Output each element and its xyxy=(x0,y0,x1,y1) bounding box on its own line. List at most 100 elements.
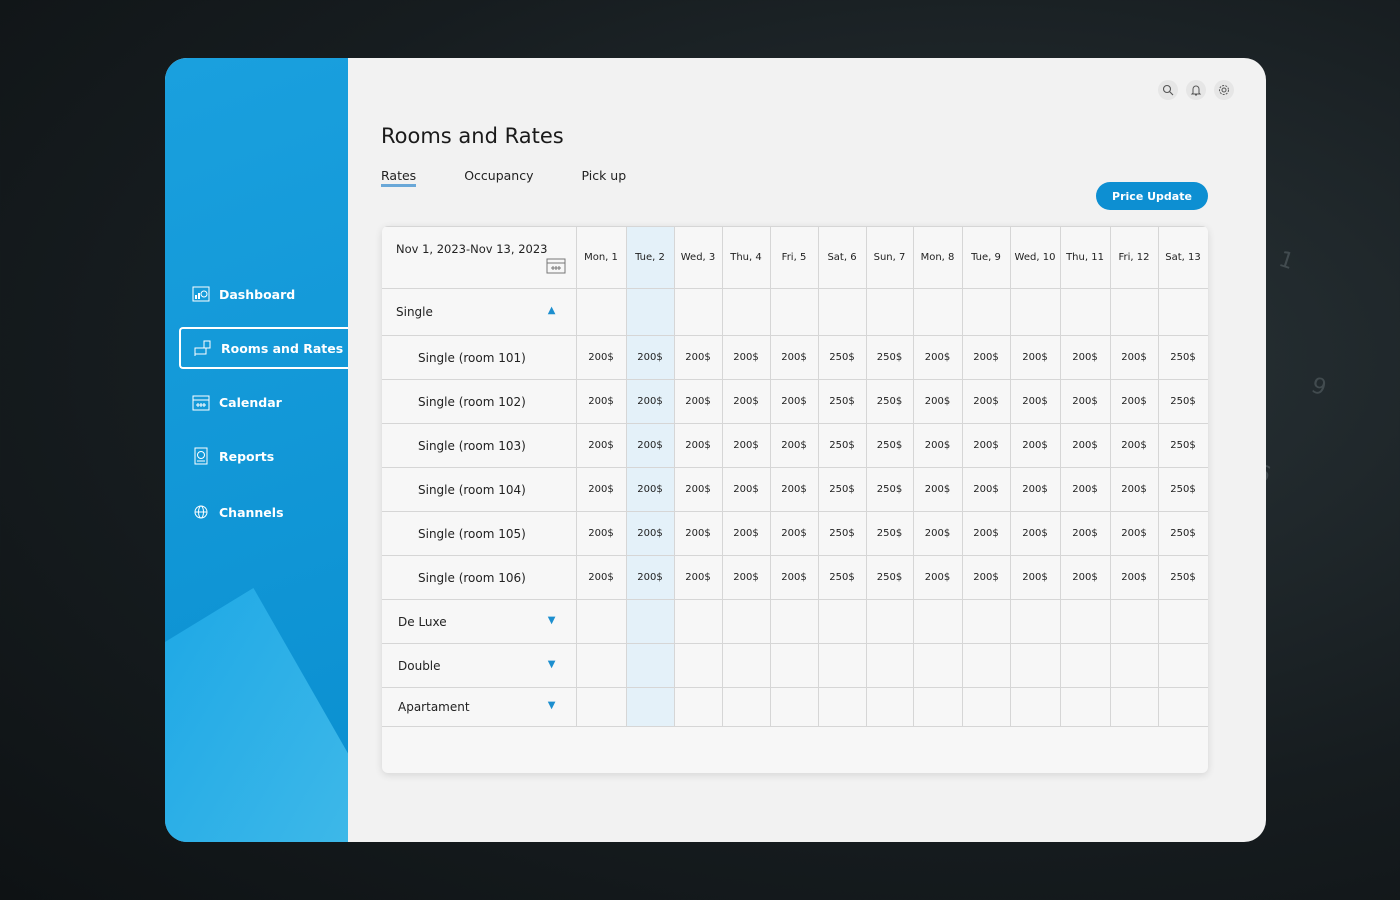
rate-cell[interactable]: 200$ xyxy=(1009,335,1061,380)
rate-cell[interactable]: 200$ xyxy=(1059,423,1111,468)
rate-cell[interactable]: 250$ xyxy=(1157,335,1208,380)
rate-cell[interactable]: 250$ xyxy=(865,511,914,556)
caret-down-icon[interactable]: ▼ xyxy=(548,700,556,711)
day-header[interactable]: Mon, 1 xyxy=(575,226,627,289)
rate-cell[interactable]: 200$ xyxy=(912,511,963,556)
day-header[interactable]: Wed, 3 xyxy=(673,226,723,289)
rate-cell[interactable]: 250$ xyxy=(817,335,867,380)
room-group-toggle[interactable]: De Luxe ▼ xyxy=(382,599,577,644)
rate-cell[interactable]: 200$ xyxy=(912,379,963,424)
rate-cell[interactable]: 250$ xyxy=(1157,379,1208,424)
rate-cell[interactable]: 200$ xyxy=(673,555,723,600)
room-group-toggle[interactable]: Double ▼ xyxy=(382,643,577,688)
rate-cell[interactable]: 200$ xyxy=(673,423,723,468)
sidebar-item-channels[interactable]: Channels xyxy=(179,491,348,533)
rate-cell[interactable]: 200$ xyxy=(625,511,675,556)
rate-cell[interactable]: 200$ xyxy=(575,555,627,600)
date-range-picker[interactable]: Nov 1, 2023-Nov 13, 2023 xyxy=(382,226,577,289)
rate-cell[interactable]: 250$ xyxy=(1157,467,1208,512)
rate-cell[interactable]: 250$ xyxy=(865,335,914,380)
rate-cell[interactable]: 200$ xyxy=(625,467,675,512)
day-header[interactable]: Tue, 2 xyxy=(625,226,675,289)
rate-cell[interactable]: 200$ xyxy=(575,467,627,512)
rate-cell[interactable]: 250$ xyxy=(817,467,867,512)
rate-cell[interactable]: 250$ xyxy=(1157,555,1208,600)
rate-cell[interactable]: 200$ xyxy=(912,423,963,468)
rate-cell[interactable]: 200$ xyxy=(769,467,819,512)
rate-cell[interactable]: 200$ xyxy=(912,555,963,600)
rate-cell[interactable]: 200$ xyxy=(1009,379,1061,424)
sidebar-item-calendar[interactable]: Calendar xyxy=(179,381,348,423)
tab-rates[interactable]: Rates xyxy=(381,168,417,187)
rate-cell[interactable]: 200$ xyxy=(1059,379,1111,424)
rate-cell[interactable]: 250$ xyxy=(865,379,914,424)
sidebar-item-dashboard[interactable]: Dashboard xyxy=(179,273,348,315)
rate-cell[interactable]: 200$ xyxy=(961,379,1011,424)
rate-cell[interactable]: 200$ xyxy=(912,467,963,512)
caret-down-icon[interactable]: ▼ xyxy=(548,659,556,670)
day-header[interactable]: Sat, 6 xyxy=(817,226,867,289)
rate-cell[interactable]: 200$ xyxy=(1109,335,1159,380)
day-header[interactable]: Sat, 13 xyxy=(1157,226,1208,289)
gear-icon[interactable] xyxy=(1214,80,1234,100)
rate-cell[interactable]: 200$ xyxy=(721,335,771,380)
day-header[interactable]: Fri, 5 xyxy=(769,226,819,289)
rate-cell[interactable]: 200$ xyxy=(769,335,819,380)
rate-cell[interactable]: 200$ xyxy=(1109,379,1159,424)
caret-up-icon[interactable]: ▲ xyxy=(548,305,556,316)
rate-cell[interactable]: 200$ xyxy=(575,379,627,424)
price-update-button[interactable]: Price Update xyxy=(1096,182,1208,210)
rate-cell[interactable]: 200$ xyxy=(961,423,1011,468)
day-header[interactable]: Sun, 7 xyxy=(865,226,914,289)
rate-cell[interactable]: 250$ xyxy=(817,423,867,468)
rate-cell[interactable]: 200$ xyxy=(1009,511,1061,556)
day-header[interactable]: Tue, 9 xyxy=(961,226,1011,289)
tab-occupancy[interactable]: Occupancy xyxy=(464,168,533,187)
rate-cell[interactable]: 200$ xyxy=(1059,467,1111,512)
rate-cell[interactable]: 200$ xyxy=(625,335,675,380)
rate-cell[interactable]: 200$ xyxy=(1109,423,1159,468)
rate-cell[interactable]: 200$ xyxy=(769,423,819,468)
rate-cell[interactable]: 200$ xyxy=(1059,511,1111,556)
bell-icon[interactable] xyxy=(1186,80,1206,100)
rate-cell[interactable]: 200$ xyxy=(721,423,771,468)
rate-cell[interactable]: 200$ xyxy=(1009,423,1061,468)
calendar-icon[interactable] xyxy=(546,256,566,274)
rate-cell[interactable]: 200$ xyxy=(1059,335,1111,380)
rate-cell[interactable]: 200$ xyxy=(575,511,627,556)
rate-cell[interactable]: 200$ xyxy=(625,555,675,600)
rate-cell[interactable]: 250$ xyxy=(1157,511,1208,556)
rate-cell[interactable]: 250$ xyxy=(865,555,914,600)
rate-cell[interactable]: 200$ xyxy=(1109,555,1159,600)
rate-cell[interactable]: 200$ xyxy=(673,335,723,380)
rate-cell[interactable]: 200$ xyxy=(1009,555,1061,600)
tab-pick-up[interactable]: Pick up xyxy=(581,168,626,187)
rate-cell[interactable]: 200$ xyxy=(1009,467,1061,512)
rate-cell[interactable]: 200$ xyxy=(769,555,819,600)
rate-cell[interactable]: 200$ xyxy=(673,511,723,556)
rate-cell[interactable]: 250$ xyxy=(865,423,914,468)
rate-cell[interactable]: 200$ xyxy=(575,423,627,468)
day-header[interactable]: Thu, 4 xyxy=(721,226,771,289)
rate-cell[interactable]: 250$ xyxy=(865,467,914,512)
rate-cell[interactable]: 200$ xyxy=(625,379,675,424)
rate-cell[interactable]: 200$ xyxy=(1059,555,1111,600)
rate-cell[interactable]: 200$ xyxy=(721,379,771,424)
rate-cell[interactable]: 200$ xyxy=(961,555,1011,600)
rate-cell[interactable]: 200$ xyxy=(575,335,627,380)
rate-cell[interactable]: 200$ xyxy=(625,423,675,468)
day-header[interactable]: Thu, 11 xyxy=(1059,226,1111,289)
day-header[interactable]: Fri, 12 xyxy=(1109,226,1159,289)
search-icon[interactable] xyxy=(1158,80,1178,100)
day-header[interactable]: Wed, 10 xyxy=(1009,226,1061,289)
rate-cell[interactable]: 250$ xyxy=(817,379,867,424)
rate-cell[interactable]: 250$ xyxy=(1157,423,1208,468)
room-group-toggle[interactable]: Single ▲ xyxy=(382,288,577,336)
rate-cell[interactable]: 200$ xyxy=(769,379,819,424)
rate-cell[interactable]: 200$ xyxy=(961,335,1011,380)
rate-cell[interactable]: 200$ xyxy=(673,379,723,424)
rate-cell[interactable]: 250$ xyxy=(817,511,867,556)
rate-cell[interactable]: 200$ xyxy=(1109,467,1159,512)
rate-cell[interactable]: 200$ xyxy=(912,335,963,380)
rate-cell[interactable]: 200$ xyxy=(961,511,1011,556)
